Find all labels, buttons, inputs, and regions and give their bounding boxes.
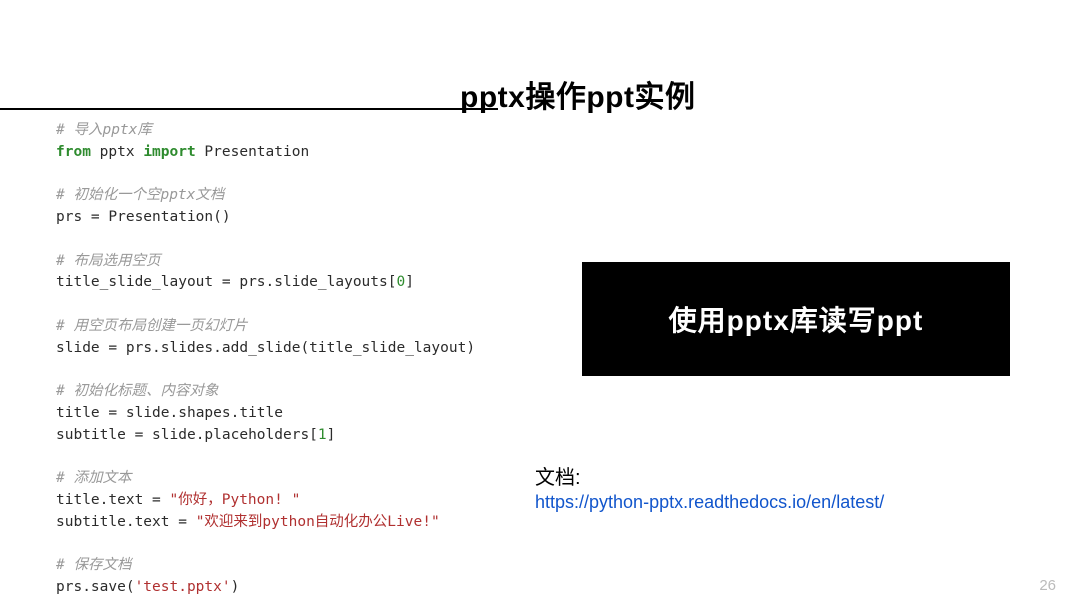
code-number: 1 — [318, 427, 327, 443]
code-op: = — [178, 514, 187, 530]
code-op: = — [135, 427, 144, 443]
code-text: prs — [56, 209, 91, 225]
callout-text: 使用pptx库读写ppt — [669, 299, 924, 339]
code-comment: # 添加文本 — [56, 470, 131, 486]
page-number: 26 — [1039, 577, 1056, 594]
code-block: # 导入pptx库 from pptx import Presentation … — [56, 120, 475, 599]
doc-link[interactable]: https://python-pptx.readthedocs.io/en/la… — [535, 492, 884, 513]
code-text: prs.slide_layouts[ — [231, 274, 397, 290]
code-string: 'test.pptx' — [135, 579, 231, 595]
code-keyword: import — [143, 144, 195, 160]
horizontal-rule — [0, 108, 498, 110]
code-text: pptx — [91, 144, 143, 160]
code-comment: # 导入pptx库 — [56, 122, 152, 138]
code-string: "你好，Python! " — [170, 492, 301, 508]
code-op: = — [108, 405, 117, 421]
code-string: "欢迎来到python自动化办公Live!" — [196, 514, 440, 530]
code-text: slide.placeholders[ — [143, 427, 318, 443]
doc-label: 文档: — [535, 461, 581, 490]
code-text: ] — [405, 274, 414, 290]
code-text: title_slide_layout — [56, 274, 222, 290]
code-number: 0 — [396, 274, 405, 290]
code-text: prs.save( — [56, 579, 135, 595]
code-text: prs.slides.add_slide(title_slide_layout) — [117, 340, 475, 356]
code-text: Presentation() — [100, 209, 231, 225]
code-text: slide.shapes.title — [117, 405, 283, 421]
code-comment: # 用空页布局创建一页幻灯片 — [56, 318, 247, 334]
code-text: title — [56, 405, 108, 421]
code-comment: # 初始化一个空pptx文档 — [56, 187, 224, 203]
code-op: = — [222, 274, 231, 290]
callout-box: 使用pptx库读写ppt — [582, 262, 1010, 376]
code-text: ] — [327, 427, 336, 443]
code-text: Presentation — [196, 144, 310, 160]
code-keyword: from — [56, 144, 91, 160]
code-comment: # 布局选用空页 — [56, 253, 160, 269]
code-op: = — [91, 209, 100, 225]
code-comment: # 保存文档 — [56, 557, 131, 573]
code-text: ) — [231, 579, 240, 595]
code-text: title.text — [56, 492, 152, 508]
code-op: = — [108, 340, 117, 356]
code-text: slide — [56, 340, 108, 356]
code-text — [187, 514, 196, 530]
code-text: subtitle — [56, 427, 135, 443]
code-text: subtitle.text — [56, 514, 178, 530]
code-op: = — [152, 492, 161, 508]
code-text — [161, 492, 170, 508]
code-comment: # 初始化标题、内容对象 — [56, 383, 218, 399]
